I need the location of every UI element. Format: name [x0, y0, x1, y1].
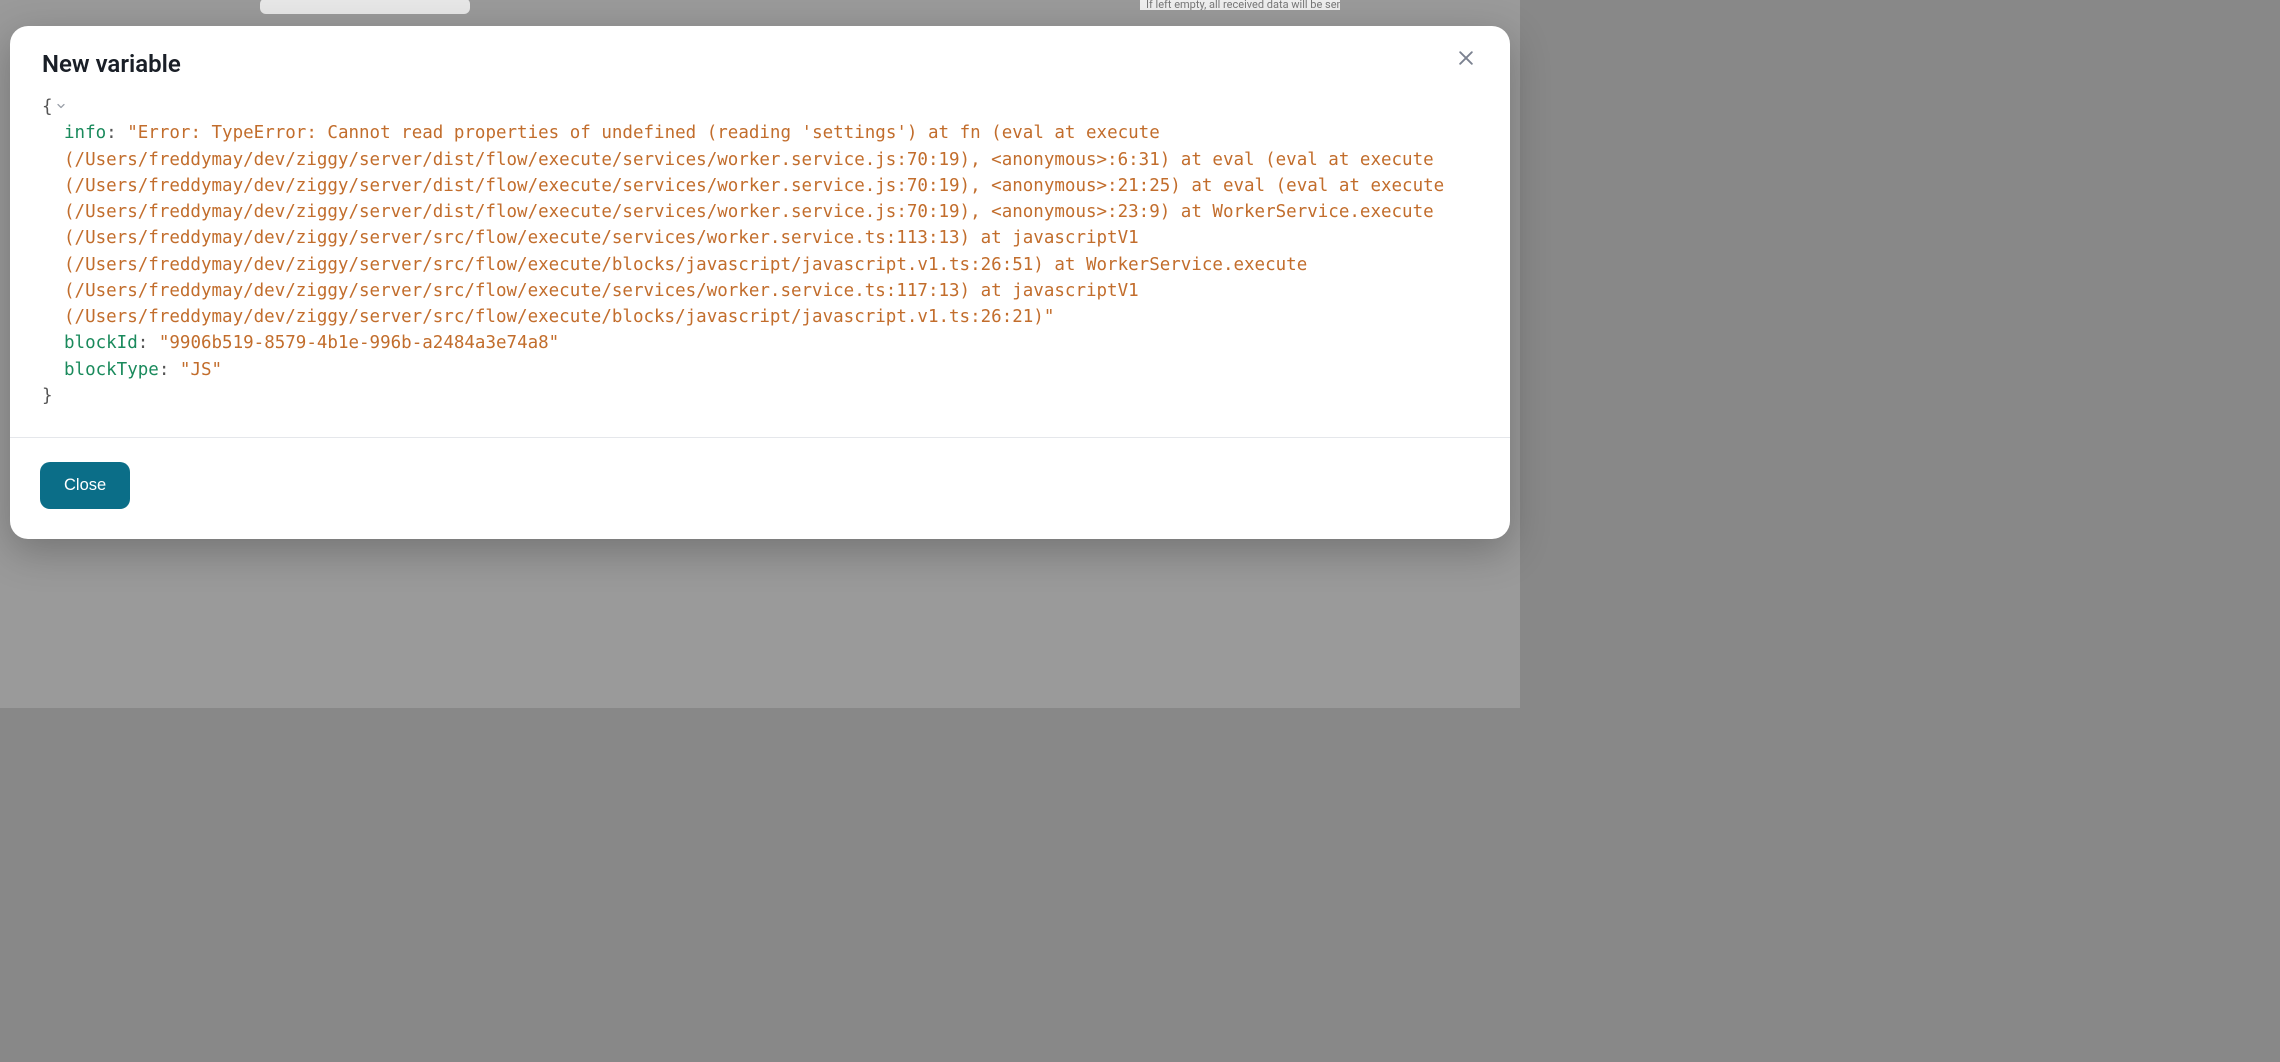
modal-header: New variable	[10, 26, 1510, 78]
json-value: "JS"	[180, 360, 222, 380]
json-viewer: { info: "Error: TypeError: Cannot read p…	[10, 78, 1510, 437]
json-entry: blockId: "9906b519-8579-4b1e-996b-a2484a…	[42, 330, 1478, 356]
close-button[interactable]: Close	[40, 462, 130, 509]
chevron-down-icon[interactable]	[55, 94, 67, 120]
background-helper-text: If left empty, all received data will be…	[1140, 0, 1340, 10]
json-key: info	[64, 123, 106, 143]
modal-title: New variable	[42, 50, 181, 78]
json-open-brace: {	[42, 94, 1478, 120]
close-icon[interactable]	[1454, 46, 1478, 70]
new-variable-modal: New variable { info: "Error: TypeError: …	[10, 26, 1510, 539]
json-key: blockId	[64, 333, 138, 353]
json-entry: info: "Error: TypeError: Cannot read pro…	[42, 120, 1478, 330]
modal-footer: Close	[10, 437, 1510, 539]
json-value: "Error: TypeError: Cannot read propertie…	[64, 123, 1444, 327]
json-close-brace: }	[42, 383, 1478, 409]
json-key: blockType	[64, 360, 159, 380]
background-field	[260, 0, 470, 14]
json-entry: blockType: "JS"	[42, 357, 1478, 383]
json-value: "9906b519-8579-4b1e-996b-a2484a3e74a8"	[159, 333, 559, 353]
